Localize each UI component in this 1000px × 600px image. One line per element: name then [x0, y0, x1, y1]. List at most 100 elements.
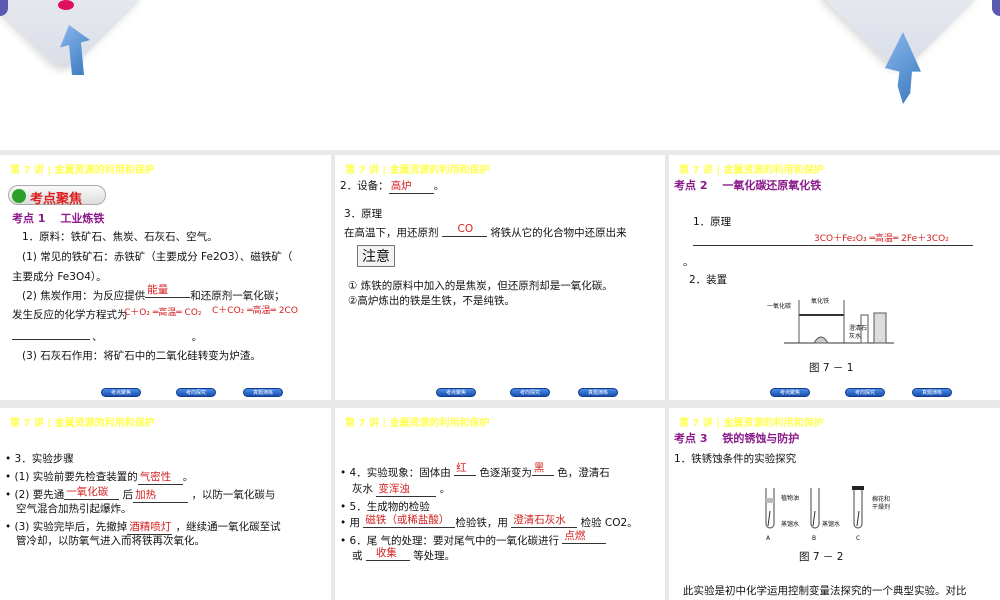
text: 4．实验现象：固体由 [349, 467, 451, 479]
text-line: 在高温下，用还原剂 CO 将铁从它的化合物中还原出来 [344, 223, 627, 241]
text: (1) 实验前要先检查装置的 [14, 471, 138, 483]
bullet-line: • 5．生成物的检验 [340, 501, 430, 513]
text: 色逐渐变为 [479, 467, 532, 479]
test-tubes-figure [765, 486, 864, 529]
note-label: 注意 [357, 245, 395, 267]
text-line: 主要成分 Fe3O4）。 [12, 271, 107, 283]
figure-caption: 图 7 － 1 [809, 362, 854, 374]
text-line: 灰水 变浑浊 。 [352, 482, 450, 497]
slide-header: 第 7 讲 | 金属资源的利用和保护 [345, 418, 490, 429]
nav-button-kaodian[interactable]: 考点聚焦 [770, 388, 810, 397]
text-line: 1．铁锈蚀条件的实验探究 [674, 453, 797, 465]
slide-header: 第 7 讲 | 金属资源的利用和保护 [10, 165, 155, 176]
text-line: 3．原理 [344, 208, 383, 220]
text: 灰水 [352, 483, 373, 495]
answer-blank: 收集 [365, 546, 410, 561]
text: ，以防一氧化碳与 [191, 489, 276, 501]
nav-button-kaoxiang[interactable]: 考向探究 [510, 388, 550, 397]
slide-header: 第 7 讲 | 金属资源的利用和保护 [679, 165, 824, 176]
bullet-line: • 4．实验现象：固体由 红 色逐渐变为黑 色，澄清石 [340, 462, 610, 479]
answer-blank: 加热 [133, 488, 189, 503]
figure-label: A [766, 535, 771, 542]
slide-4[interactable]: 第 7 讲 | 金属资源的利用和保护 • 3．实验步骤 • (1) 实验前要先检… [0, 408, 331, 600]
nav-button-zhenti[interactable]: 真题演练 [578, 388, 618, 397]
text: 后 [122, 489, 134, 501]
answer-blank: 酒精喷灯 [127, 521, 173, 535]
figure-label: 植物油 [781, 495, 800, 502]
blank [12, 330, 90, 340]
section-title: 考点 2 一氧化碳还原氧化铁 [674, 179, 822, 192]
answer-blank: 磁铁（或稀盐酸） [363, 513, 456, 528]
equation-answer: C＋CO₂ ═高温═ 2CO [212, 306, 298, 316]
text: 2．设备： [340, 180, 389, 192]
text-line: (3) 石灰石作用：将矿石中的二氧化硅转变为炉渣。 [22, 350, 261, 362]
text-line: (1) 常见的铁矿石：赤铁矿（主要成分 Fe2O3）、磁铁矿（ [22, 251, 293, 263]
nav-button-zhenti[interactable]: 真题演练 [912, 388, 952, 397]
text: 用 [349, 517, 361, 529]
slide-2[interactable]: 第 7 讲 | 金属资源的利用和保护 2．设备： 高炉。 3．原理 在高温下，用还… [335, 155, 665, 400]
text-line: 2．设备： 高炉。 [340, 179, 444, 194]
text: 或 [352, 550, 363, 562]
text: 检验铁，用 [455, 517, 508, 529]
figure-label: 干燥剂 [872, 504, 891, 511]
answer-blank: 气密性 [137, 470, 183, 485]
answer-blank: 点燃 [562, 529, 607, 544]
text: 等处理。 [413, 550, 456, 562]
text-line: 1．原理 [693, 216, 732, 228]
slide-5[interactable]: 第 7 讲 | 金属资源的利用和保护 • 4．实验现象：固体由 红 色逐渐变为黑… [335, 408, 665, 600]
section-title: 考点 1 工业炼铁 [12, 212, 105, 225]
nav-button-kaoxiang[interactable]: 考向探究 [845, 388, 885, 397]
up-arrow-icon [442, 32, 443, 33]
equation-answer: C＋O₂ ═高温═ CO₂ [124, 308, 202, 318]
figure-label: C [856, 535, 861, 542]
figure-label: 氧化铁 [811, 298, 830, 305]
answer-blank: 红 [454, 461, 477, 476]
answer-blank: 高炉 [388, 179, 434, 194]
nav-button-kaoxiang[interactable]: 考向探究 [176, 388, 216, 397]
answer-blank: 黑 [531, 461, 554, 476]
slide-3[interactable]: 第 7 讲 | 金属资源的利用和保护 考点 2 一氧化碳还原氧化铁 1．原理 3… [669, 155, 1000, 400]
nav-button-zhenti[interactable]: 真题演练 [243, 388, 283, 397]
text-line: 或 收集 等处理。 [352, 546, 456, 564]
slide-6[interactable]: 第 7 讲 | 金属资源的利用和保护 考点 3 铁的锈蚀与防护 1．铁锈蚀条件的… [669, 408, 1000, 600]
slide-header: 第 7 讲 | 金属资源的利用和保护 [10, 418, 155, 429]
blank [693, 245, 973, 246]
section-title: 考点 3 铁的锈蚀与防护 [674, 432, 800, 445]
pink-flower-icon [58, 0, 74, 10]
corner-decoration [992, 0, 1000, 16]
text: 和还原剂一氧化碳； [190, 290, 285, 302]
text: 检验 CO2。 [580, 517, 638, 529]
text-line: ① 炼铁的原料中加入的是焦炭，但还原剂却是一氧化碳。 [348, 280, 613, 292]
badge-label: 考点聚焦 [30, 192, 83, 207]
text-line: ②高炉炼出的铁是生铁，不是纯铁。 [348, 295, 515, 307]
text-line: 空气混合加热引起爆炸。 [16, 503, 132, 515]
text: 3．实验步骤 [14, 453, 74, 465]
text-line: 此实验是初中化学运用控制变量法探究的一个典型实验。对比 [683, 585, 967, 597]
figure-label: B [812, 535, 817, 542]
text: 5．生成物的检验 [349, 501, 430, 513]
text-line: 。 [683, 256, 694, 268]
bullet-line: • (3) 实验完毕后，先撤掉 酒精喷灯 ，继续通一氧化碳至试 [5, 521, 281, 535]
text: ，继续通一氧化碳至试 [175, 521, 281, 533]
text: 将铁从它的化合物中还原出来 [490, 227, 627, 239]
figure-label: 蒸馏水 [781, 521, 800, 528]
text: 色，澄清石 [557, 467, 610, 479]
kaodian-badge: 考点聚焦 [8, 185, 106, 207]
answer-blank: 澄清石灰水 [511, 513, 578, 528]
nav-button-kaodian[interactable]: 考点聚焦 [101, 388, 141, 397]
figure-caption: 图 7 － 2 [799, 551, 844, 563]
text-line: 管冷却，以防氧气进入而将铁再次氧化。 [16, 535, 205, 547]
answer-blank: 变浑浊 [376, 482, 437, 497]
text: (2) 要先通 [14, 489, 65, 501]
equation-answer: 3CO＋Fe₂O₃ ═高温═ 2Fe＋3CO₂ [814, 234, 949, 244]
text-line: 发生反应的化学方程式为 [12, 309, 128, 321]
text: 在高温下，用还原剂 [344, 227, 439, 239]
slide-header: 第 7 讲 | 金属资源的利用和保护 [345, 165, 490, 176]
decorative-banner [0, 0, 1000, 150]
slide-header: 第 7 讲 | 金属资源的利用和保护 [679, 418, 824, 429]
bullet-line: • (1) 实验前要先检查装置的 气密性。 [5, 470, 194, 485]
text-line: 、 。 [92, 331, 203, 343]
nav-button-kaodian[interactable]: 考点聚焦 [436, 388, 476, 397]
answer-blank: 一氧化碳 [64, 485, 120, 500]
text: (3) 实验完毕后，先撤掉 [14, 521, 128, 533]
